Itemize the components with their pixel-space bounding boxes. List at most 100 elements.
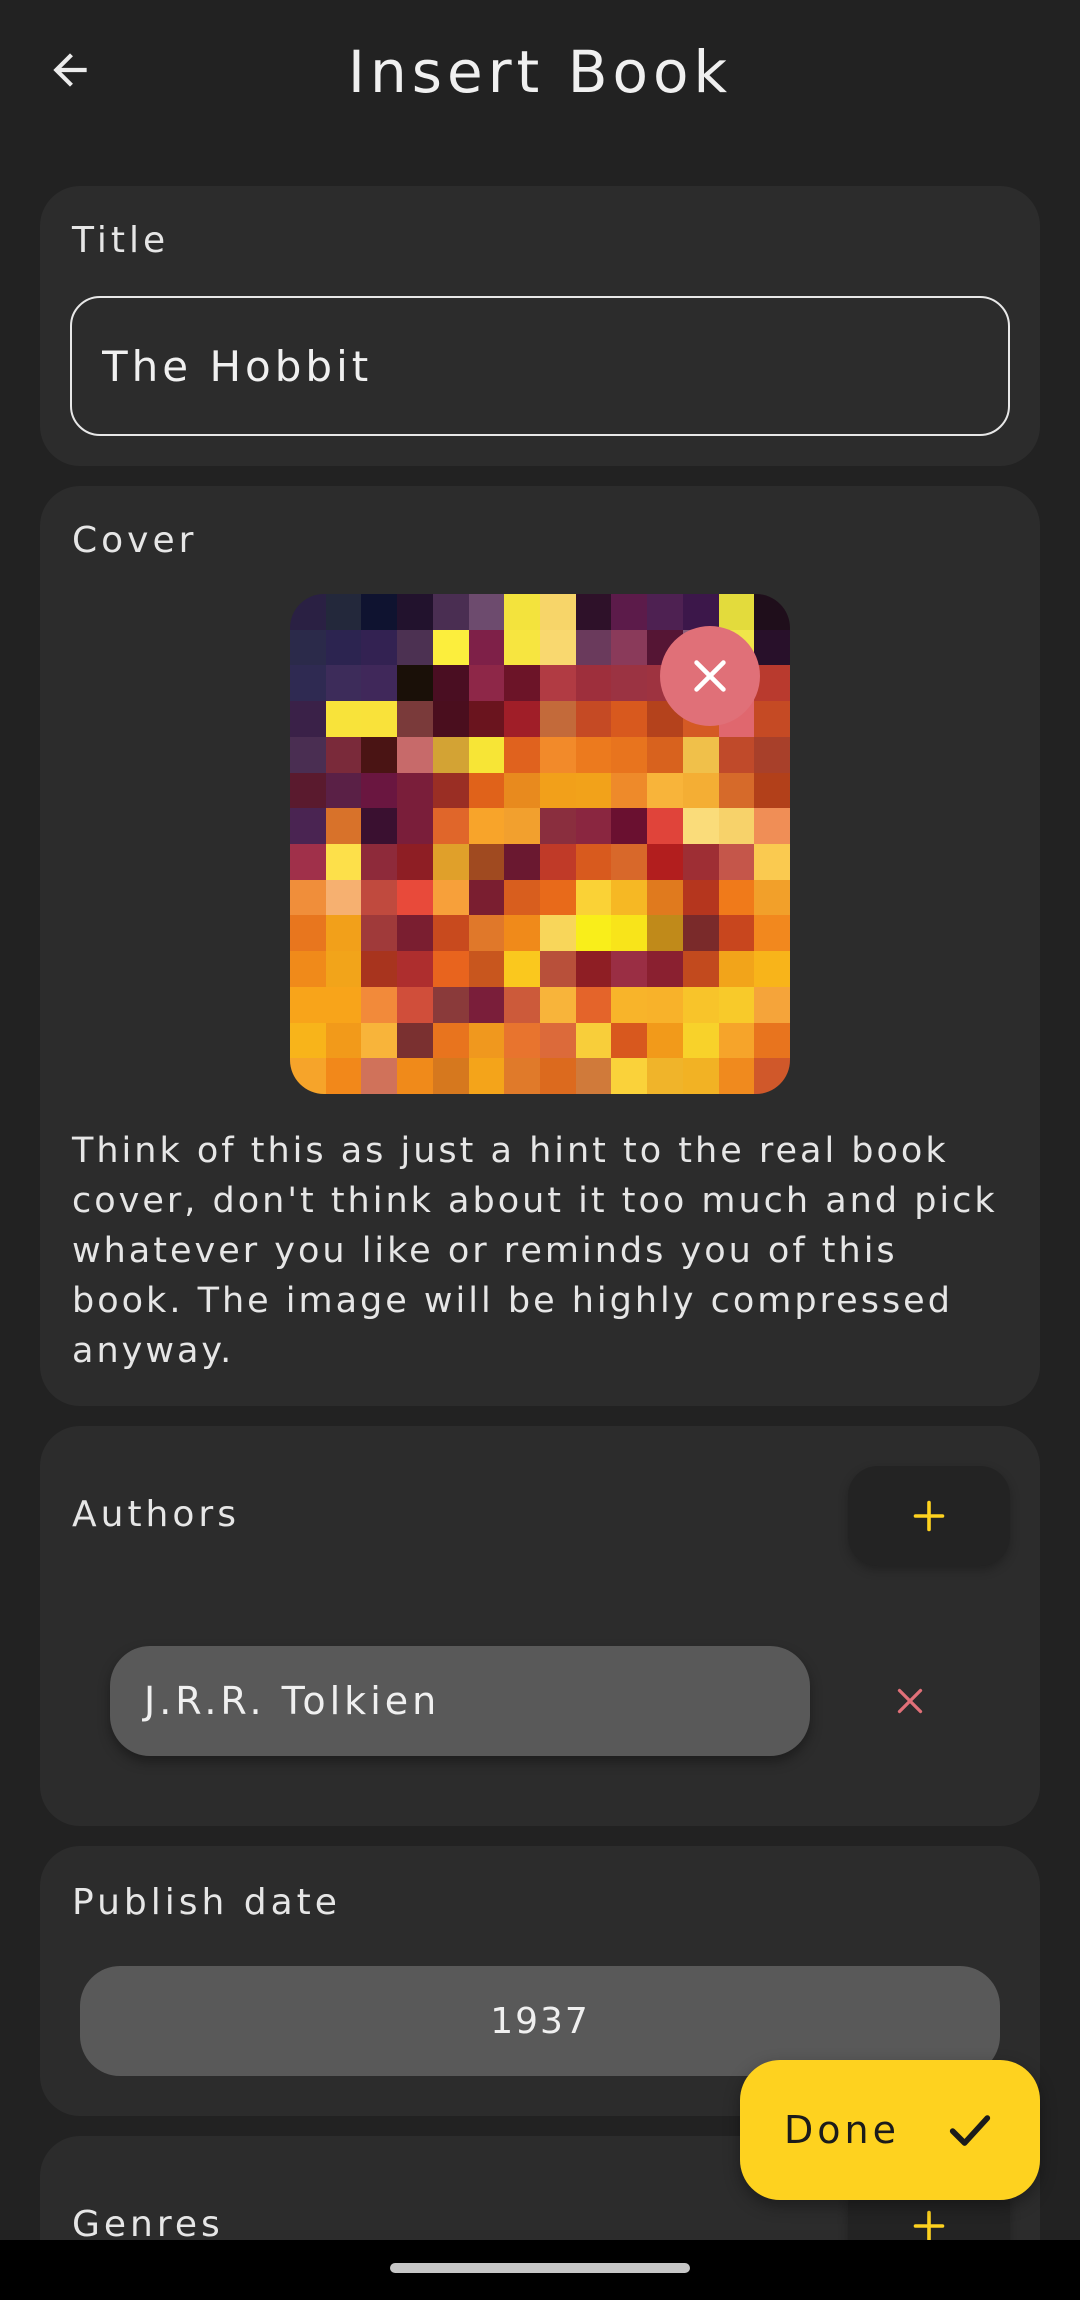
cover-pixel xyxy=(718,1058,755,1094)
cover-pixel xyxy=(540,879,576,916)
cover-pixel xyxy=(754,772,790,809)
cover-pixel xyxy=(611,879,648,916)
publish-date-value: 1937 xyxy=(490,2000,590,2042)
done-label: Done xyxy=(784,2108,900,2152)
cover-pixel xyxy=(647,879,683,916)
cover-pixel xyxy=(468,808,505,844)
cover-pixel xyxy=(540,629,576,666)
cover-pixel xyxy=(361,844,398,880)
cover-pixel xyxy=(325,665,362,702)
cover-pixel xyxy=(432,808,469,844)
cover-pixel xyxy=(468,772,505,809)
cover-pixel xyxy=(290,808,326,844)
cover-pixel xyxy=(361,701,398,737)
cover-pixel xyxy=(754,844,790,880)
cover-pixel xyxy=(468,1058,505,1094)
cover-pixel xyxy=(361,879,398,916)
cover-pixel xyxy=(647,772,683,809)
cover-pixel xyxy=(575,808,612,844)
cover-pixel xyxy=(468,594,505,630)
cover-pixel xyxy=(647,844,683,880)
cover-pixel xyxy=(325,772,362,809)
cover-pixel xyxy=(432,736,469,773)
title-label: Title xyxy=(72,220,170,261)
cover-pixel xyxy=(325,1058,362,1094)
cover-pixel xyxy=(397,986,433,1023)
cover-pixel xyxy=(575,772,612,809)
plus-icon xyxy=(913,2210,945,2242)
cover-pixel xyxy=(647,594,683,630)
cover-pixel xyxy=(361,736,398,773)
cover-pixel xyxy=(290,844,326,880)
cover-pixel xyxy=(504,844,540,880)
cover-pixel xyxy=(325,701,362,737)
cover-pixel xyxy=(682,736,719,773)
cover-pixel xyxy=(575,915,612,952)
cover-pixel xyxy=(397,1022,433,1059)
cover-pixel xyxy=(540,951,576,987)
cover-pixel xyxy=(397,1058,433,1094)
cover-pixel xyxy=(718,986,755,1023)
cover-pixel xyxy=(575,1022,612,1059)
cover-pixel xyxy=(468,736,505,773)
remove-author-button[interactable] xyxy=(870,1661,950,1741)
cover-pixel xyxy=(575,665,612,702)
cover-pixel xyxy=(397,879,433,916)
cover-pixel xyxy=(718,915,755,952)
genres-label: Genres xyxy=(72,2204,224,2245)
done-button[interactable]: Done xyxy=(740,2060,1040,2200)
cover-pixel xyxy=(361,915,398,952)
cover-pixel xyxy=(611,986,648,1023)
cover-pixel xyxy=(754,915,790,952)
cover-pixel xyxy=(611,665,648,702)
cover-pixel xyxy=(682,951,719,987)
authors-card: Authors J.R.R. Tolkien xyxy=(40,1426,1040,1826)
cover-pixel xyxy=(718,879,755,916)
cover-pixel xyxy=(361,986,398,1023)
cover-pixel xyxy=(468,701,505,737)
cover-pixel xyxy=(397,772,433,809)
cover-pixel xyxy=(754,594,790,630)
cover-pixel xyxy=(397,915,433,952)
cover-pixel xyxy=(754,808,790,844)
cover-pixel xyxy=(361,772,398,809)
cover-pixel xyxy=(290,736,326,773)
cover-pixel xyxy=(290,986,326,1023)
cover-pixel xyxy=(361,594,398,630)
cover-pixel xyxy=(540,915,576,952)
cover-pixel xyxy=(647,951,683,987)
remove-cover-button[interactable] xyxy=(660,626,760,726)
cover-pixel xyxy=(575,986,612,1023)
cover-pixel xyxy=(290,1058,326,1094)
cover-pixel xyxy=(432,1022,469,1059)
home-indicator[interactable] xyxy=(390,2263,690,2273)
cover-pixel xyxy=(540,736,576,773)
cover-pixel xyxy=(397,736,433,773)
cover-pixel xyxy=(325,594,362,630)
cover-pixel xyxy=(504,986,540,1023)
cover-pixel xyxy=(682,879,719,916)
cover-pixel xyxy=(397,665,433,702)
cover-pixel xyxy=(504,736,540,773)
cover-pixel xyxy=(397,594,433,630)
author-chip[interactable]: J.R.R. Tolkien xyxy=(110,1646,810,1756)
cover-label: Cover xyxy=(72,520,198,561)
cover-pixel xyxy=(432,951,469,987)
close-icon xyxy=(897,1688,923,1714)
cover-pixel xyxy=(361,1022,398,1059)
cover-pixel xyxy=(504,629,540,666)
cover-pixel xyxy=(575,594,612,630)
cover-pixel xyxy=(325,879,362,916)
cover-pixel xyxy=(611,736,648,773)
title-input[interactable] xyxy=(72,298,1008,434)
cover-pixel xyxy=(682,1058,719,1094)
cover-pixel xyxy=(432,629,469,666)
cover-pixel xyxy=(540,986,576,1023)
cover-card: Cover Think of this as just a hint to th… xyxy=(40,486,1040,1406)
cover-pixel xyxy=(682,808,719,844)
cover-pixel xyxy=(718,808,755,844)
cover-pixel xyxy=(682,772,719,809)
cover-pixel xyxy=(754,736,790,773)
add-author-button[interactable] xyxy=(848,1466,1010,1566)
cover-pixel xyxy=(361,808,398,844)
